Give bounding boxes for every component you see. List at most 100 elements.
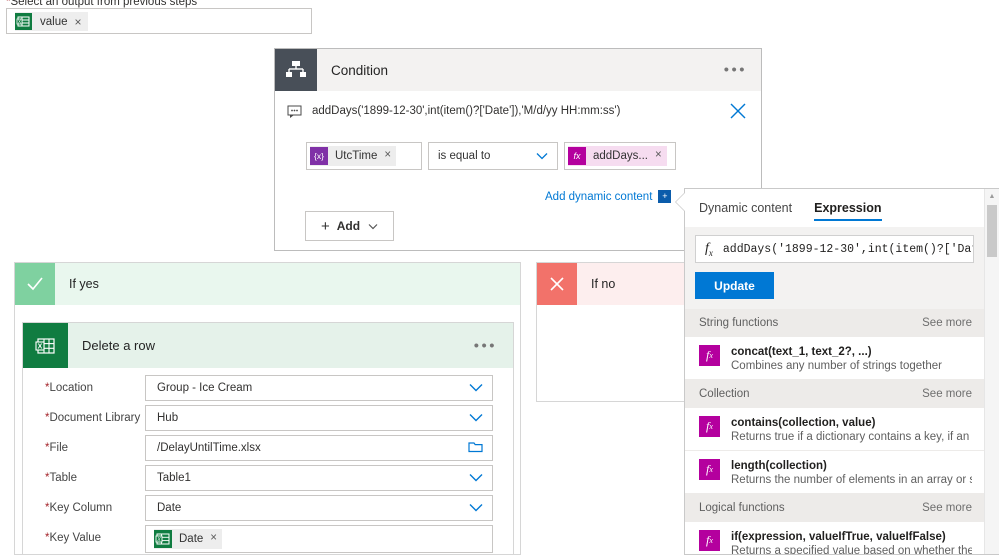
value-token-label: value [40, 15, 68, 28]
dynamic-content-icon: {x} [310, 147, 328, 165]
scrollbar-thumb[interactable] [987, 205, 997, 257]
add-button[interactable]: + Add [305, 211, 394, 241]
previous-step-output-label: *Select an output from previous steps [6, 0, 197, 8]
group-header-collection: Collection See more [685, 380, 984, 408]
tab-expression[interactable]: Expression [814, 189, 882, 227]
function-icon: fx [568, 147, 586, 165]
field-location: *Location Group - Ice Cream [23, 375, 513, 405]
close-icon[interactable]: × [384, 150, 391, 162]
field-document-library-value: Hub [157, 412, 179, 424]
list-item[interactable]: fx if(expression, valueIfTrue, valueIfFa… [685, 522, 984, 554]
if-no-branch: If no [536, 262, 686, 402]
delete-a-row-header[interactable]: X Delete a row ••• [23, 323, 513, 368]
field-key-value-input[interactable]: X Date × [145, 525, 493, 553]
previous-step-output-field: *Select an output from previous steps X … [0, 0, 318, 34]
function-name: contains(collection, value) [731, 417, 876, 429]
see-more-link[interactable]: See more [922, 502, 972, 514]
field-key-column-input[interactable]: Date [145, 495, 493, 521]
function-description: Returns true if a dictionary contains a … [731, 431, 972, 443]
previous-step-output-input[interactable]: X value × [6, 8, 312, 34]
chevron-down-icon[interactable] [469, 411, 483, 425]
field-location-input[interactable]: Group - Ice Cream [145, 375, 493, 401]
field-key-value: *Key Value X Date × [23, 525, 513, 557]
chevron-down-icon[interactable] [469, 381, 483, 395]
condition-comment-row: addDays('1899-12-30',int(item()?['Date']… [275, 91, 761, 131]
field-key-value-label-text: Key Value [49, 532, 102, 544]
chevron-down-icon[interactable] [469, 471, 483, 485]
add-button-label: Add [336, 219, 361, 233]
expression-input[interactable]: fx addDays('1899-12-30',int(item()?['Dat… [695, 235, 974, 263]
list-item[interactable]: fx contains(collection, value) Returns t… [685, 408, 984, 451]
function-icon: fx [699, 345, 720, 366]
field-key-column-label-text: Key Column [49, 502, 113, 514]
close-icon[interactable]: × [655, 150, 662, 162]
date-token-label: Date [179, 533, 204, 545]
close-icon[interactable] [729, 102, 747, 120]
field-file-label-text: File [49, 442, 69, 454]
condition-right-operand[interactable]: fx addDays... × [564, 142, 676, 170]
field-file-label: *File [45, 442, 68, 454]
field-document-library: *Document Library Hub [23, 405, 513, 435]
field-document-library-label-text: Document Library [49, 412, 141, 424]
group-title: Collection [699, 388, 750, 400]
list-item[interactable]: fx concat(text_1, text_2?, ...) Combines… [685, 337, 984, 380]
cross-icon [537, 263, 577, 305]
excel-icon: X [23, 323, 68, 368]
condition-card-header[interactable]: Condition ••• [275, 49, 761, 91]
adddays-token[interactable]: fx addDays... × [568, 146, 667, 166]
panel-callout-pointer [676, 193, 685, 211]
tab-dynamic-content[interactable]: Dynamic content [699, 189, 792, 227]
add-dynamic-content-badge: + [658, 190, 672, 203]
chevron-down-icon [368, 219, 378, 233]
field-location-label: *Location [45, 382, 93, 394]
adddays-token-label: addDays... [593, 150, 648, 162]
plus-icon: + [320, 217, 330, 235]
comment-icon [287, 104, 302, 119]
group-header-logical-functions: Logical functions See more [685, 494, 984, 522]
field-document-library-label: *Document Library [45, 412, 140, 424]
if-no-title: If no [591, 277, 616, 291]
list-item[interactable]: fx length(collection) Returns the number… [685, 451, 984, 494]
condition-operator-dropdown[interactable]: is equal to [428, 142, 558, 170]
utctime-token[interactable]: {x} UtcTime × [310, 146, 397, 166]
delete-a-row-overflow-menu[interactable]: ••• [474, 338, 497, 353]
checkmark-icon [15, 263, 55, 305]
group-title: String functions [699, 317, 779, 329]
panel-scrollbar[interactable]: ▲ [984, 189, 999, 554]
field-file-input[interactable]: /DelayUntilTime.xlsx [145, 435, 493, 461]
see-more-link[interactable]: See more [922, 317, 972, 329]
if-yes-header[interactable]: If yes [15, 263, 520, 305]
expression-panel-content: Dynamic content Expression fx addDays('1… [685, 189, 984, 554]
function-icon: fx [699, 459, 720, 480]
condition-flow-icon [275, 49, 317, 91]
function-description: Returns a specified value based on wheth… [731, 545, 972, 554]
field-location-value: Group - Ice Cream [157, 382, 253, 394]
update-button[interactable]: Update [695, 272, 774, 299]
condition-overflow-menu[interactable]: ••• [724, 63, 747, 78]
close-icon[interactable]: × [210, 533, 217, 545]
function-icon: fx [705, 240, 713, 258]
add-dynamic-content-link[interactable]: Add dynamic content + [545, 190, 672, 203]
field-table-input[interactable]: Table1 [145, 465, 493, 491]
see-more-link[interactable]: See more [922, 388, 972, 400]
field-key-column: *Key Column Date [23, 495, 513, 525]
field-table: *Table Table1 [23, 465, 513, 495]
close-icon[interactable]: × [75, 16, 82, 28]
svg-text:X: X [156, 537, 161, 543]
field-document-library-input[interactable]: Hub [145, 405, 493, 431]
condition-left-operand[interactable]: {x} UtcTime × [306, 142, 422, 170]
function-icon: fx [699, 530, 720, 551]
function-name: concat(text_1, text_2?, ...) [731, 346, 872, 358]
value-token[interactable]: X value × [15, 12, 88, 31]
field-file: *File /DelayUntilTime.xlsx [23, 435, 513, 465]
if-no-header[interactable]: If no [537, 263, 685, 305]
excel-icon: X [154, 530, 172, 548]
date-token[interactable]: X Date × [154, 529, 223, 549]
chevron-down-icon[interactable] [469, 501, 483, 515]
panel-tabs: Dynamic content Expression [685, 189, 984, 227]
condition-comment-text: addDays('1899-12-30',int(item()?['Date']… [312, 105, 621, 117]
function-name: if(expression, valueIfTrue, valueIfFalse… [731, 531, 946, 543]
folder-icon[interactable] [468, 440, 483, 456]
condition-operator-value: is equal to [438, 150, 491, 162]
scroll-up-arrow-icon[interactable]: ▲ [985, 189, 999, 203]
